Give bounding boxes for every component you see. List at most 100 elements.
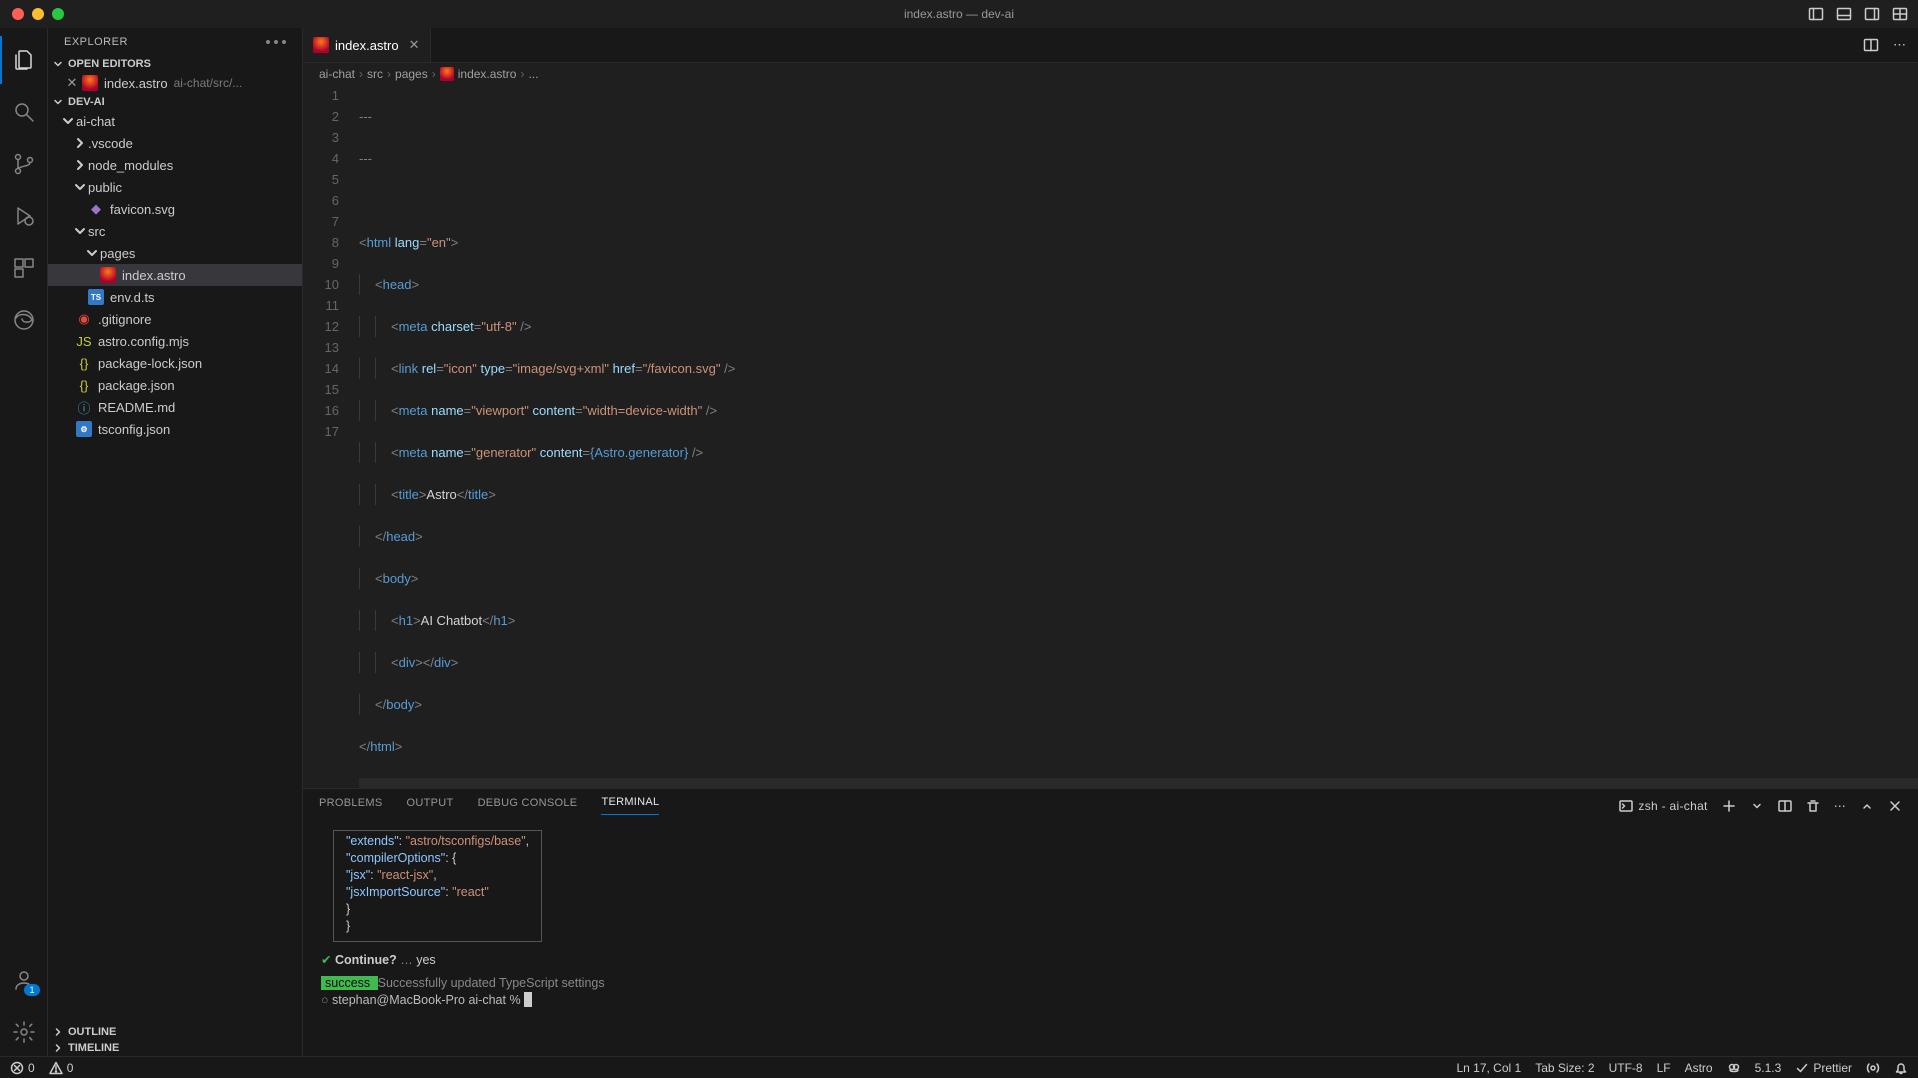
window-title: index.astro — dev-ai <box>904 7 1014 21</box>
activity-run-debug[interactable] <box>0 192 48 240</box>
folder-src[interactable]: src <box>48 220 302 242</box>
status-eol[interactable]: LF <box>1657 1061 1671 1075</box>
section-open-editors[interactable]: OPEN EDITORS <box>48 56 302 72</box>
file-readme[interactable]: ⓘ README.md <box>48 396 302 418</box>
status-tab-size[interactable]: Tab Size: 2 <box>1535 1061 1594 1075</box>
panel-tab-problems[interactable]: PROBLEMS <box>319 797 383 815</box>
edge-icon <box>12 308 36 332</box>
status-prettier[interactable]: Prettier <box>1795 1061 1852 1075</box>
file-package-lock[interactable]: {} package-lock.json <box>48 352 302 374</box>
status-warnings[interactable]: 0 <box>49 1061 74 1075</box>
section-outline[interactable]: OUTLINE <box>48 1024 302 1040</box>
file-gitignore[interactable]: ◉ .gitignore <box>48 308 302 330</box>
minimize-window-icon[interactable] <box>32 8 44 20</box>
search-icon <box>12 100 36 124</box>
close-editor-icon[interactable]: ✕ <box>64 75 80 91</box>
split-terminal-icon[interactable] <box>1778 799 1792 813</box>
file-tsconfig[interactable]: ⚙ tsconfig.json <box>48 418 302 440</box>
file-astro-config[interactable]: JS astro.config.mjs <box>48 330 302 352</box>
terminal-prompt-answer: yes <box>416 953 435 967</box>
toggle-panel-icon[interactable] <box>1836 6 1852 22</box>
kill-terminal-icon[interactable] <box>1806 799 1820 813</box>
file-label: package-lock.json <box>98 356 202 371</box>
warning-icon <box>49 1061 63 1075</box>
open-editor-item[interactable]: ✕ index.astro ai-chat/src/... <box>48 72 302 94</box>
terminal-content[interactable]: "extends": "astro/tsconfigs/base", "comp… <box>303 822 1918 1056</box>
status-copilot[interactable] <box>1727 1061 1741 1075</box>
chevron-right-icon: › <box>520 67 524 81</box>
activity-extensions[interactable] <box>0 244 48 292</box>
status-encoding[interactable]: UTF-8 <box>1609 1061 1643 1075</box>
panel-tab-debug-console[interactable]: DEBUG CONSOLE <box>478 797 578 815</box>
terminal-more-icon[interactable]: ⋯ <box>1834 799 1846 813</box>
status-errors[interactable]: 0 <box>10 1061 35 1075</box>
more-actions-icon[interactable]: ⋯ <box>1893 37 1906 53</box>
file-package-json[interactable]: {} package.json <box>48 374 302 396</box>
chevron-down-icon <box>72 179 88 195</box>
folder-label: ai-chat <box>76 114 115 129</box>
section-workspace[interactable]: DEV-AI <box>48 94 302 110</box>
chevron-right-icon <box>52 1042 64 1054</box>
breadcrumb-segment[interactable]: src <box>367 67 383 81</box>
status-cursor-position[interactable]: Ln 17, Col 1 <box>1456 1061 1521 1075</box>
activity-bar: 1 <box>0 28 48 1056</box>
activity-source-control[interactable] <box>0 140 48 188</box>
folder-node-modules[interactable]: node_modules <box>48 154 302 176</box>
terminal-dropdown-icon[interactable] <box>1750 799 1764 813</box>
info-file-icon: ⓘ <box>76 399 92 415</box>
tab-index-astro[interactable]: index.astro ✕ <box>303 28 431 62</box>
timeline-label: TIMELINE <box>68 1042 119 1054</box>
file-favicon[interactable]: ◆ favicon.svg <box>48 198 302 220</box>
status-notifications[interactable] <box>1894 1061 1908 1075</box>
maximize-panel-icon[interactable] <box>1860 799 1874 813</box>
breadcrumb-segment[interactable]: ai-chat <box>319 67 355 81</box>
breadcrumb-segment[interactable]: pages <box>395 67 428 81</box>
close-window-icon[interactable] <box>12 8 24 20</box>
activity-edge-tools[interactable] <box>0 296 48 344</box>
open-editor-path: ai-chat/src/... <box>174 76 243 90</box>
chevron-down-icon <box>52 96 64 108</box>
breadcrumb-segment[interactable]: ... <box>528 67 538 81</box>
activity-settings[interactable] <box>0 1008 48 1056</box>
customize-layout-icon[interactable] <box>1892 6 1908 22</box>
explorer-more-icon[interactable] <box>266 40 286 44</box>
open-editor-name: index.astro <box>104 76 168 91</box>
titlebar: index.astro — dev-ai <box>0 0 1918 28</box>
panel-tab-output[interactable]: OUTPUT <box>407 797 454 815</box>
activity-search[interactable] <box>0 88 48 136</box>
status-version[interactable]: 5.1.3 <box>1755 1061 1782 1075</box>
folder-ai-chat[interactable]: ai-chat <box>48 110 302 132</box>
git-file-icon: ◉ <box>76 311 92 327</box>
breadcrumbs[interactable]: ai-chat › src › pages › index.astro › ..… <box>303 63 1918 85</box>
breadcrumb-segment[interactable]: index.astro <box>458 67 517 81</box>
astro-file-icon <box>100 267 116 283</box>
status-language[interactable]: Astro <box>1685 1061 1713 1075</box>
extensions-icon <box>12 256 36 280</box>
gear-icon <box>12 1020 36 1044</box>
close-tab-icon[interactable]: ✕ <box>409 37 420 53</box>
folder-pages[interactable]: pages <box>48 242 302 264</box>
folder-vscode[interactable]: .vscode <box>48 132 302 154</box>
terminal-name[interactable]: zsh - ai-chat <box>1619 799 1707 813</box>
file-index-astro[interactable]: index.astro <box>48 264 302 286</box>
status-feedback[interactable] <box>1866 1061 1880 1075</box>
code-editor[interactable]: 1234567891011121314151617 --- --- <html … <box>303 85 1918 788</box>
chevron-right-icon <box>72 157 88 173</box>
broadcast-icon <box>1866 1061 1880 1075</box>
panel-tab-terminal[interactable]: TERMINAL <box>601 796 659 815</box>
astro-file-icon <box>82 75 98 91</box>
new-terminal-icon[interactable] <box>1722 799 1736 813</box>
toggle-secondary-sidebar-icon[interactable] <box>1864 6 1880 22</box>
folder-public[interactable]: public <box>48 176 302 198</box>
toggle-primary-sidebar-icon[interactable] <box>1808 6 1824 22</box>
split-editor-icon[interactable] <box>1863 37 1879 53</box>
section-timeline[interactable]: TIMELINE <box>48 1040 302 1056</box>
activity-accounts[interactable]: 1 <box>0 956 48 1004</box>
chevron-down-icon <box>52 58 64 70</box>
close-panel-icon[interactable] <box>1888 799 1902 813</box>
maximize-window-icon[interactable] <box>52 8 64 20</box>
activity-explorer[interactable] <box>0 36 48 84</box>
code-content[interactable]: --- --- <html lang="en"> <head> <meta ch… <box>359 85 1918 788</box>
file-label: astro.config.mjs <box>98 334 189 349</box>
file-env-dts[interactable]: TS env.d.ts <box>48 286 302 308</box>
